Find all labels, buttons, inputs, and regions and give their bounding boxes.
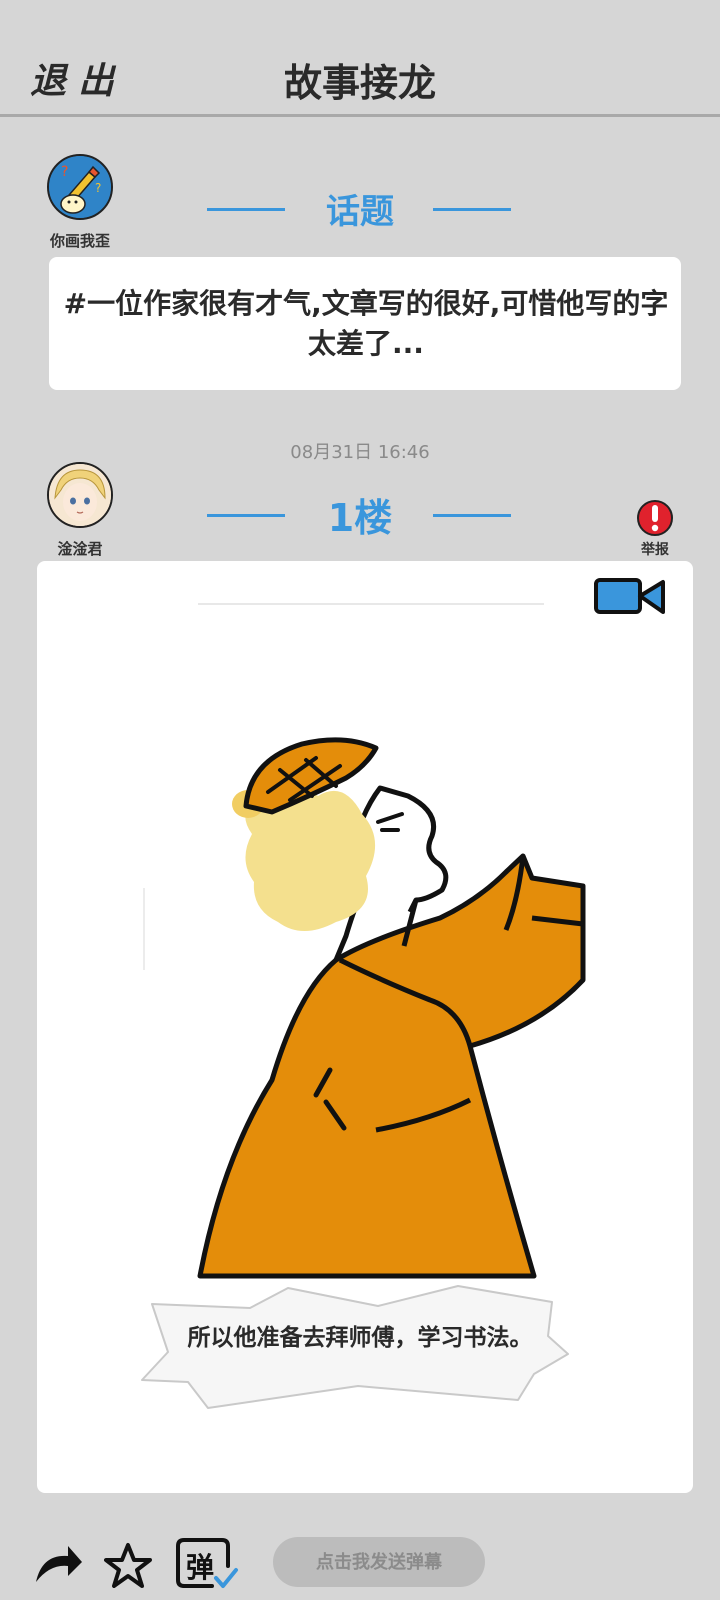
floor-label: 1楼: [327, 496, 393, 540]
danmaku-toggle-button[interactable]: 弹: [176, 1536, 240, 1592]
danmaku-input[interactable]: [273, 1537, 485, 1587]
video-camera-icon[interactable]: [593, 576, 667, 616]
caption-text: 所以他准备去拜师傅，学习书法。: [187, 1325, 533, 1351]
page-title: 故事接龙: [283, 61, 436, 105]
topic-text: #一位作家很有才气,文章写的很好,可惜他写的字太差了...: [63, 287, 669, 360]
topic-author-name: 你画我歪: [49, 232, 110, 250]
story-drawing: [143, 603, 586, 1279]
topic-section-title: 话题: [326, 192, 394, 232]
star-icon[interactable]: [104, 1542, 152, 1588]
svg-text:?: ?: [61, 164, 68, 180]
report-label[interactable]: 举报: [620, 539, 690, 559]
report-icon[interactable]: [637, 497, 673, 539]
post-timestamp: 08月31日 16:46: [290, 442, 430, 463]
share-arrow-icon[interactable]: [32, 1542, 84, 1586]
topic-dash-right: [433, 208, 511, 211]
header: 退出 故事接龙: [0, 0, 720, 117]
danmaku-toggle-label: 弹: [186, 1551, 215, 1584]
floor-dash-right: [433, 514, 511, 517]
header-divider: [0, 114, 720, 117]
